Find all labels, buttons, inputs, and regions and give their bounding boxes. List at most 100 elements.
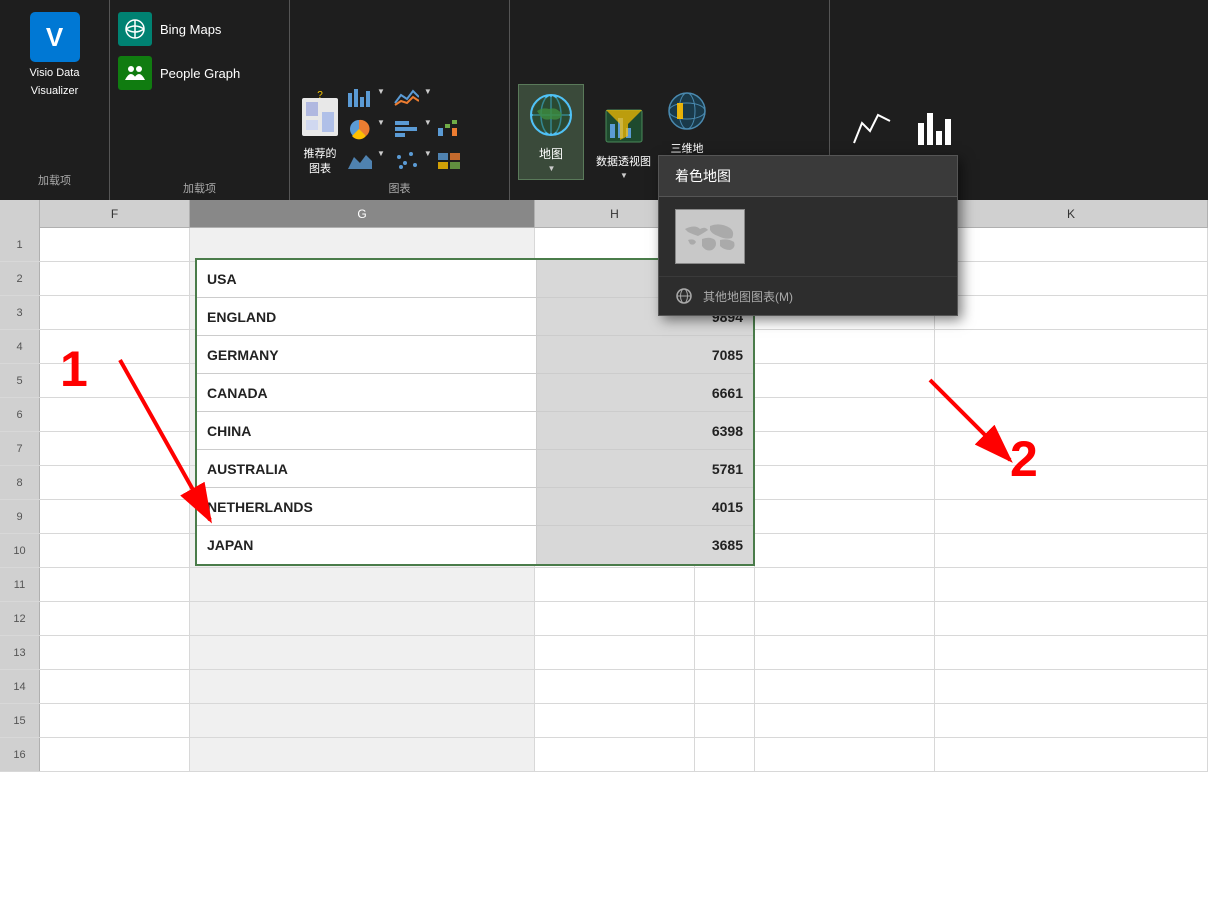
sheet-row-13: 13 <box>0 636 1208 670</box>
bar-chart-icon <box>393 118 419 140</box>
charts-group: ? 推荐的 图表 ▼ <box>290 0 510 200</box>
column-chart-button[interactable] <box>346 87 372 114</box>
pie-chart-icon <box>346 118 372 140</box>
waterfall-chart-button[interactable] <box>436 118 462 145</box>
visio-addin-button[interactable]: V Visio Data Visualizer <box>30 12 80 99</box>
row-num-1: 1 <box>0 228 40 261</box>
value-cell: 7085 <box>537 336 753 373</box>
column-headers: F G H J K <box>0 200 1208 228</box>
visio-label: Visio Data <box>30 66 80 80</box>
threed-map-icon <box>663 89 711 141</box>
bing-label: Bing Maps <box>160 22 221 37</box>
sheet-row-14: 14 <box>0 670 1208 704</box>
chart-row-2: ▼ ▼ <box>346 118 432 145</box>
globe-small-icon <box>675 287 693 305</box>
annotation-1: 1 <box>60 340 88 398</box>
people-graph-button[interactable]: People Graph <box>118 56 281 90</box>
area-chart-button[interactable] <box>346 149 372 176</box>
map-chevron[interactable]: ▼ <box>548 164 556 173</box>
chart-type-buttons: ▼ ▼ <box>346 87 432 176</box>
sheet-row-12: 12 <box>0 602 1208 636</box>
annotation-2: 2 <box>1010 430 1038 488</box>
charts-icons: ? 推荐的 图表 ▼ <box>298 10 501 176</box>
line-sparkline-icon <box>850 103 894 155</box>
area-chart-icon <box>346 149 372 171</box>
map-thumbnail-item[interactable] <box>659 197 957 277</box>
other-map-charts-link[interactable]: 其他地图图表(M) <box>659 277 957 315</box>
country-cell: CANADA <box>197 374 537 411</box>
pie-chart-button[interactable] <box>346 118 372 145</box>
people-label: People Graph <box>160 66 240 81</box>
people-icon <box>118 56 152 90</box>
bar-chart-chevron[interactable]: ▼ <box>424 118 432 145</box>
column-chart-icon <box>346 87 372 109</box>
corner-cell <box>0 200 40 228</box>
sheet-row-11: 11 <box>0 568 1208 602</box>
pivot-chart-icon <box>600 102 648 154</box>
country-cell: CHINA <box>197 412 537 449</box>
visio-icon: V <box>46 22 63 53</box>
data-table-row[interactable]: NETHERLANDS 4015 <box>197 488 753 526</box>
pie-chart-chevron[interactable]: ▼ <box>377 118 385 145</box>
ribbon: V Visio Data Visualizer 加载项 Bing Maps <box>0 0 1208 200</box>
value-cell: 6661 <box>537 374 753 411</box>
value-cell: 4015 <box>537 488 753 525</box>
bing-maps-button[interactable]: Bing Maps <box>118 12 281 46</box>
scatter-chart-button[interactable] <box>393 149 419 176</box>
addins-label: 加载项 <box>38 172 71 188</box>
bing-map-icon <box>124 18 146 40</box>
sheet-row-1: 1 <box>0 228 1208 262</box>
pivot-chevron[interactable]: ▼ <box>620 171 628 180</box>
map-dropdown-panel: 着色地图 其他地图图表(M) <box>658 155 958 316</box>
data-table-row[interactable]: AUSTRALIA 5781 <box>197 450 753 488</box>
line-chart-icon <box>393 87 419 109</box>
bar-chart-button[interactable] <box>393 118 419 145</box>
line-chart-chevron[interactable]: ▼ <box>424 87 432 114</box>
chart-row-3: ▼ ▼ <box>346 149 432 176</box>
data-table-row[interactable]: CANADA 6661 <box>197 374 753 412</box>
data-table-row[interactable]: GERMANY 7085 <box>197 336 753 374</box>
addins-group-label: 加载项 <box>118 180 281 196</box>
col-f-header: F <box>40 200 190 228</box>
map-preview-svg <box>680 214 740 259</box>
scatter-chart-chevron[interactable]: ▼ <box>424 149 432 176</box>
addins-group: Bing Maps People Graph 加载项 <box>110 0 290 200</box>
map-globe-icon <box>527 91 575 143</box>
scatter-chart-icon <box>393 149 419 171</box>
bar-sparkline-icon <box>914 103 958 155</box>
pivot-chart-button[interactable]: 数据透视图 ▼ <box>596 102 651 180</box>
recommended-charts-button[interactable]: ? 推荐的 图表 <box>298 90 342 176</box>
recommended-charts-icon: ? <box>298 90 342 145</box>
value-cell: 6398 <box>537 412 753 449</box>
cell-f1[interactable] <box>40 228 190 261</box>
people-graph-icon <box>124 62 146 84</box>
value-cell: 3685 <box>537 526 753 564</box>
visio-label2: Visualizer <box>31 84 79 98</box>
data-table-row[interactable]: CHINA 6398 <box>197 412 753 450</box>
other-map-label: 其他地图图表(M) <box>703 288 793 305</box>
col-k-header: K <box>935 200 1208 228</box>
visio-addin-group: V Visio Data Visualizer 加载项 <box>0 0 110 200</box>
svg-text:?: ? <box>317 90 323 101</box>
map-button[interactable]: 地图 ▼ <box>518 84 584 180</box>
sheet-row-16: 16 <box>0 738 1208 772</box>
area-chart-chevron[interactable]: ▼ <box>377 149 385 176</box>
cell-k1[interactable] <box>935 228 1208 261</box>
dropdown-header: 着色地图 <box>659 156 957 197</box>
line-chart-button[interactable] <box>393 87 419 114</box>
col-g-header: G <box>190 200 535 228</box>
pivot-label: 数据透视图 <box>596 156 651 169</box>
chart-row-1: ▼ ▼ <box>346 87 432 114</box>
map-preview-thumbnail <box>675 209 745 264</box>
country-cell: AUSTRALIA <box>197 450 537 487</box>
charts-label: 图表 <box>298 180 501 196</box>
column-chart-chevron[interactable]: ▼ <box>377 87 385 114</box>
data-table-row[interactable]: JAPAN 3685 <box>197 526 753 564</box>
country-cell: NETHERLANDS <box>197 488 537 525</box>
sparkline-icons: 折线 柱形 <box>850 10 1030 176</box>
more-charts-button[interactable] <box>436 149 462 176</box>
cell-g1[interactable] <box>190 228 535 261</box>
country-cell: JAPAN <box>197 526 537 564</box>
sheet-row-15: 15 <box>0 704 1208 738</box>
map-label: 地图 <box>539 145 563 162</box>
